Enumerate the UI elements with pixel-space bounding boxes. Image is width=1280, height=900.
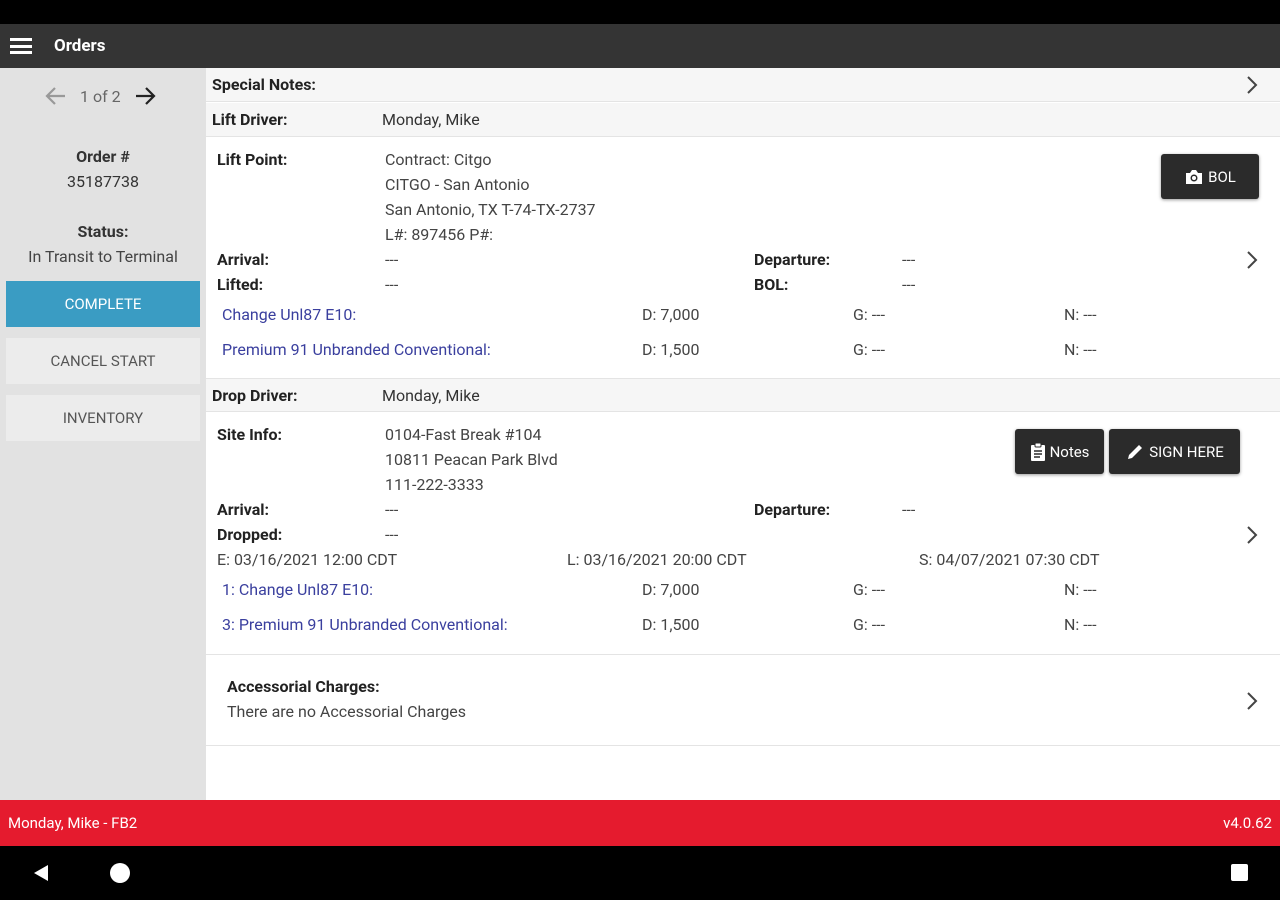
lift-departure-value: ---	[902, 250, 916, 269]
drop-product-d: D: 1,500	[642, 615, 700, 634]
divider	[206, 654, 1280, 655]
notes-button-label: Notes	[1049, 442, 1090, 461]
drop-driver-label: Drop Driver:	[212, 385, 298, 405]
lift-product-g: G: ---	[853, 340, 886, 359]
lift-product-n: N: ---	[1064, 340, 1097, 359]
chevron-right-icon[interactable]	[1242, 689, 1262, 713]
window-earliest: E: 03/16/2021 12:00 CDT	[217, 550, 398, 569]
camera-icon	[1186, 169, 1203, 184]
notes-button[interactable]: Notes	[1015, 429, 1104, 474]
sign-here-button[interactable]: SIGN HERE	[1109, 429, 1240, 474]
status-label: Status:	[77, 222, 129, 241]
drop-product-n: N: ---	[1064, 580, 1097, 599]
lift-point-line: Contract: Citgo	[385, 150, 492, 169]
page-title: Orders	[54, 36, 106, 56]
chevron-right-icon[interactable]	[1242, 523, 1262, 547]
lift-product-g: G: ---	[853, 305, 886, 324]
lift-product-d: D: 7,000	[642, 305, 700, 324]
clipboard-icon	[1030, 442, 1045, 461]
site-info-line: 111-222-3333	[385, 475, 484, 494]
footer-user: Monday, Mike - FB2	[8, 814, 138, 832]
window-scheduled: S: 04/07/2021 07:30 CDT	[919, 550, 1100, 569]
lift-driver-row: Lift Driver: Monday, Mike	[206, 103, 1280, 137]
inventory-button[interactable]: INVENTORY	[6, 395, 200, 441]
recent-apps-icon[interactable]	[1231, 864, 1248, 881]
drop-dropped-label: Dropped:	[217, 525, 283, 544]
drop-product-link[interactable]: 3: Premium 91 Unbranded Conventional:	[222, 615, 508, 634]
drop-arrival-value: ---	[385, 500, 399, 519]
pencil-icon	[1128, 444, 1143, 459]
site-info-label: Site Info:	[217, 425, 283, 444]
order-detail-panel: Special Notes: Lift Driver: Monday, Mike…	[206, 68, 1280, 800]
lift-bol-label: BOL:	[754, 275, 789, 294]
lift-driver-value: Monday, Mike	[382, 110, 480, 129]
home-icon[interactable]	[110, 863, 130, 883]
drop-departure-value: ---	[902, 500, 916, 519]
complete-button[interactable]: COMPLETE	[6, 281, 200, 327]
cancel-start-button[interactable]: CANCEL START	[6, 338, 200, 384]
sign-here-label: SIGN HERE	[1149, 442, 1224, 461]
divider	[206, 745, 1280, 746]
drop-product-link[interactable]: 1: Change Unl87 E10:	[222, 580, 373, 599]
app-bar: Orders	[0, 24, 1280, 68]
lift-bol-value: ---	[902, 275, 916, 294]
lift-point-label: Lift Point:	[217, 150, 288, 169]
lift-point-line: L#: 897456 P#:	[385, 225, 494, 244]
drop-product-g: G: ---	[853, 580, 886, 599]
order-number-value: 35187738	[67, 172, 139, 191]
lift-lifted-value: ---	[385, 275, 399, 294]
lift-product-n: N: ---	[1064, 305, 1097, 324]
arrow-right-icon[interactable]	[133, 84, 157, 108]
lift-product-d: D: 1,500	[642, 340, 700, 359]
accessorial-value: There are no Accessorial Charges	[227, 702, 467, 721]
footer-version: v4.0.62	[1223, 814, 1272, 832]
drop-product-n: N: ---	[1064, 615, 1097, 634]
lift-point-line: CITGO - San Antonio	[385, 175, 530, 194]
lift-arrival-value: ---	[385, 250, 399, 269]
window-latest: L: 03/16/2021 20:00 CDT	[567, 550, 747, 569]
order-pager: 1 of 2	[44, 82, 164, 110]
bol-button-label: BOL	[1208, 167, 1236, 186]
site-info-line: 0104-Fast Break #104	[385, 425, 542, 444]
arrow-left-icon[interactable]	[44, 84, 68, 108]
drop-dropped-value: ---	[385, 525, 399, 544]
special-notes-row[interactable]: Special Notes:	[206, 68, 1280, 102]
order-number-label: Order #	[76, 147, 130, 166]
chevron-right-icon[interactable]	[1242, 73, 1262, 97]
drop-driver-value: Monday, Mike	[382, 385, 480, 405]
lift-product-link[interactable]: Premium 91 Unbranded Conventional:	[222, 340, 491, 359]
drop-departure-label: Departure:	[754, 500, 831, 519]
back-icon[interactable]	[32, 864, 50, 882]
chevron-right-icon[interactable]	[1242, 248, 1262, 272]
menu-icon[interactable]	[10, 38, 32, 54]
accessorial-label: Accessorial Charges:	[227, 677, 380, 696]
drop-driver-row: Drop Driver: Monday, Mike	[206, 378, 1280, 412]
drop-product-d: D: 7,000	[642, 580, 700, 599]
bol-button[interactable]: BOL	[1161, 154, 1259, 199]
system-status-bar	[0, 0, 1280, 24]
site-info-line: 10811 Peacan Park Blvd	[385, 450, 558, 469]
pager-text: 1 of 2	[80, 86, 121, 106]
footer-bar: Monday, Mike - FB2 v4.0.62	[0, 800, 1280, 846]
lift-driver-label: Lift Driver:	[212, 110, 288, 129]
lift-departure-label: Departure:	[754, 250, 831, 269]
drop-product-g: G: ---	[853, 615, 886, 634]
lift-point-line: San Antonio, TX T-74-TX-2737	[385, 200, 596, 219]
status-value: In Transit to Terminal	[28, 247, 178, 266]
lift-arrival-label: Arrival:	[217, 250, 269, 269]
lift-lifted-label: Lifted:	[217, 275, 264, 294]
lift-product-link[interactable]: Change Unl87 E10:	[222, 305, 356, 324]
system-nav-bar	[0, 846, 1280, 900]
drop-arrival-label: Arrival:	[217, 500, 269, 519]
special-notes-label: Special Notes:	[212, 75, 316, 94]
